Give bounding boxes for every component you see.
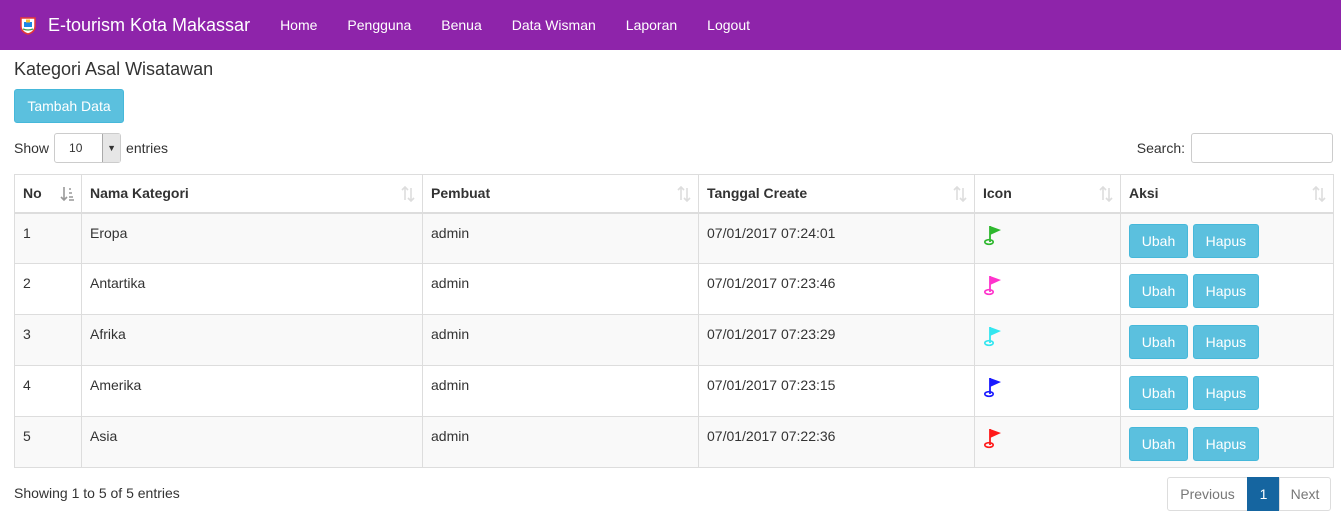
flag-icon <box>984 327 1001 347</box>
cell-icon <box>974 365 1121 417</box>
sort-icon <box>1099 186 1113 202</box>
delete-button[interactable]: Hapus <box>1192 223 1259 258</box>
cell-icon <box>974 314 1121 366</box>
cell-aksi: Ubah Hapus <box>1120 365 1334 417</box>
edit-button[interactable]: Ubah <box>1129 325 1188 359</box>
top-navbar: E-tourism Kota Makassar Home Pengguna Be… <box>0 0 1341 50</box>
table-row: 3 Afrika admin 07/01/2017 07:23:29 Ubah … <box>14 314 1334 366</box>
next-page-button[interactable]: Next <box>1279 477 1331 511</box>
cell-icon <box>974 416 1121 468</box>
cell-icon <box>974 212 1121 264</box>
nav-benua[interactable]: Benua <box>426 0 496 50</box>
header-pembuat[interactable]: Pembuat <box>422 174 699 214</box>
show-label: Show <box>14 140 50 156</box>
table-header-row: No Nama Kategori Pembuat Tanggal Create <box>14 174 1334 214</box>
entries-length-control: Show 10 ▼ entries <box>14 133 168 163</box>
delete-button[interactable]: Hapus <box>1192 325 1259 359</box>
delete-button[interactable]: Hapus <box>1192 427 1259 461</box>
cell-pembuat: admin <box>422 365 699 417</box>
sort-icon <box>401 186 415 202</box>
cell-no: 2 <box>14 263 82 315</box>
cell-no: 1 <box>14 212 82 264</box>
nav-data-wisman[interactable]: Data Wisman <box>497 0 611 50</box>
table-row: 2 Antartika admin 07/01/2017 07:23:46 Ub… <box>14 263 1334 315</box>
cell-aksi: Ubah Hapus <box>1120 314 1334 366</box>
sort-icon <box>953 186 967 202</box>
header-icon[interactable]: Icon <box>974 174 1121 214</box>
page-title: Kategori Asal Wisatawan <box>14 59 214 79</box>
header-nama-kategori[interactable]: Nama Kategori <box>81 174 423 214</box>
flag-icon <box>984 378 1001 398</box>
cell-icon <box>974 263 1121 315</box>
cell-pembuat: admin <box>422 212 699 264</box>
main-nav: Home Pengguna Benua Data Wisman Laporan … <box>265 0 765 50</box>
search-control: Search: <box>1137 132 1333 163</box>
cell-nama-kategori: Asia <box>81 416 423 468</box>
header-tanggal-create[interactable]: Tanggal Create <box>698 174 975 214</box>
flag-icon <box>984 429 1001 449</box>
edit-button[interactable]: Ubah <box>1129 427 1188 461</box>
edit-button[interactable]: Ubah <box>1129 223 1188 258</box>
table-row: 4 Amerika admin 07/01/2017 07:23:15 Ubah… <box>14 365 1334 417</box>
nav-home[interactable]: Home <box>265 0 332 50</box>
search-label: Search: <box>1136 139 1185 156</box>
entries-select[interactable]: 10 ▼ <box>54 133 122 163</box>
cell-aksi: Ubah Hapus <box>1120 416 1334 468</box>
brand[interactable]: E-tourism Kota Makassar <box>0 0 250 50</box>
sort-icon <box>1312 186 1326 202</box>
flag-icon <box>984 276 1001 296</box>
nav-laporan[interactable]: Laporan <box>611 0 692 50</box>
cell-aksi: Ubah Hapus <box>1120 263 1334 315</box>
cell-tanggal-create: 07/01/2017 07:22:36 <box>698 416 975 468</box>
cell-aksi: Ubah Hapus <box>1120 212 1334 264</box>
cell-nama-kategori: Eropa <box>81 212 423 264</box>
entries-select-value: 10 <box>69 141 83 155</box>
cell-pembuat: admin <box>422 263 699 315</box>
table-info: Showing 1 to 5 of 5 entries <box>14 485 180 501</box>
table-row: 1 Eropa admin 07/01/2017 07:24:01 Ubah H… <box>14 212 1334 264</box>
brand-title: E-tourism Kota Makassar <box>48 14 251 35</box>
cell-nama-kategori: Amerika <box>81 365 423 417</box>
delete-button[interactable]: Hapus <box>1192 376 1259 410</box>
cell-tanggal-create: 07/01/2017 07:23:15 <box>698 365 975 417</box>
page-1-button[interactable]: 1 <box>1247 477 1280 511</box>
category-table: No Nama Kategori Pembuat Tanggal Create <box>14 174 1334 468</box>
header-aksi[interactable]: Aksi <box>1120 174 1334 214</box>
add-data-button[interactable]: Tambah Data <box>14 89 124 123</box>
chevron-down-icon: ▼ <box>102 134 121 162</box>
nav-pengguna[interactable]: Pengguna <box>332 0 426 50</box>
cell-pembuat: admin <box>422 416 699 468</box>
previous-page-button[interactable]: Previous <box>1167 477 1248 511</box>
delete-button[interactable]: Hapus <box>1192 274 1259 308</box>
edit-button[interactable]: Ubah <box>1129 376 1188 410</box>
cell-no: 5 <box>14 416 82 468</box>
edit-button[interactable]: Ubah <box>1129 274 1188 308</box>
cell-tanggal-create: 07/01/2017 07:23:29 <box>698 314 975 366</box>
flag-icon <box>984 225 1001 245</box>
city-emblem-icon <box>20 17 36 35</box>
sort-ascending-icon <box>60 187 74 202</box>
table-row: 5 Asia admin 07/01/2017 07:22:36 Ubah Ha… <box>14 416 1334 468</box>
pagination: Previous 1 Next <box>1167 477 1331 511</box>
header-no[interactable]: No <box>14 174 82 214</box>
cell-no: 3 <box>14 314 82 366</box>
cell-tanggal-create: 07/01/2017 07:24:01 <box>698 212 975 264</box>
cell-pembuat: admin <box>422 314 699 366</box>
sort-icon <box>677 186 691 202</box>
search-input[interactable] <box>1191 132 1333 163</box>
entries-label: entries <box>126 140 169 156</box>
cell-nama-kategori: Antartika <box>81 263 423 315</box>
cell-nama-kategori: Afrika <box>81 314 423 366</box>
cell-tanggal-create: 07/01/2017 07:23:46 <box>698 263 975 315</box>
nav-logout[interactable]: Logout <box>692 0 765 50</box>
cell-no: 4 <box>14 365 82 417</box>
